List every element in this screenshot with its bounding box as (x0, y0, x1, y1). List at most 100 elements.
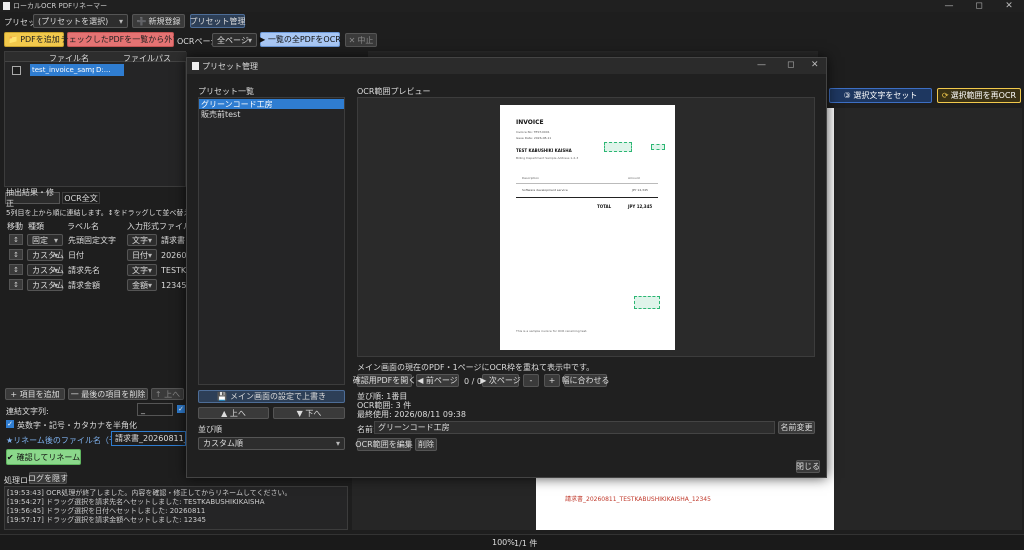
reocr-range-button[interactable]: ⟳ 選択範囲を再OCR (937, 88, 1021, 103)
label-cell[interactable]: 日付 (68, 249, 84, 261)
list-item[interactable]: 販売前test (199, 109, 344, 119)
half-width-label: 英数字・記号・カタカナを半角化 (17, 421, 137, 430)
invoice-company: TEST KABUSHIKI KAISHA (516, 148, 572, 153)
name-input[interactable]: グリーンコード工房 (374, 421, 775, 434)
invoice-issue-date: Issue Date: 2026-08-11 (516, 136, 552, 140)
value-cell[interactable]: TESTKAB (161, 264, 186, 276)
kind-select[interactable]: 固定 (27, 234, 63, 246)
set-selected-text-label: ③ 選択文字をセット (843, 91, 918, 100)
zoom-out-button[interactable]: - (523, 374, 539, 387)
close-button[interactable]: ✕ (994, 0, 1024, 12)
value-cell[interactable]: 請求書 (161, 234, 186, 246)
label-cell[interactable]: 先頭固定文字 (68, 234, 116, 246)
format-select[interactable]: 金額 (127, 279, 157, 291)
ocr-frame-amount[interactable] (651, 144, 665, 150)
tab-ocr-full[interactable]: OCR全文 (62, 192, 100, 204)
invoice-total-label: TOTAL (597, 204, 612, 209)
zoom-in-button[interactable]: + (544, 374, 560, 387)
tab-extract[interactable]: 抽出結果・修正 (5, 188, 60, 208)
value-cell[interactable]: 2026081 (161, 249, 186, 261)
confirm-rename-button[interactable]: ✔ 確認してリネーム (6, 449, 81, 465)
save-icon: 💾 (217, 392, 227, 401)
stop-button[interactable]: ✕ 中止 (345, 33, 377, 47)
preset-up-button[interactable]: ▲ 上へ (198, 407, 269, 419)
open-pdf-button[interactable]: 確認用PDFを開く (353, 374, 416, 387)
ocr-frame-date[interactable] (604, 142, 632, 152)
prev-page-button[interactable]: ◀ 前ページ (416, 374, 459, 387)
dialog-close-action-button[interactable]: 閉じる (796, 460, 820, 473)
separator-input[interactable]: _ (137, 403, 173, 416)
drag-handle[interactable]: ↕ (9, 264, 23, 275)
dialog-minimize-button[interactable]: — (757, 60, 766, 70)
drag-handle[interactable]: ↕ (9, 249, 23, 260)
manage-preset-label: プリセット管理 (189, 16, 246, 26)
dialog-close-label: 閉じる (796, 462, 820, 471)
hide-log-button[interactable]: ログを隠す (28, 472, 68, 484)
kind-select[interactable]: カスタム (27, 249, 64, 261)
manage-preset-button[interactable]: プリセット管理 (189, 14, 246, 28)
minimize-button[interactable]: — (934, 0, 964, 12)
preview-note: メイン画面の現在のPDF・1ページにOCR枠を重ねて表示中です。 (357, 363, 595, 372)
ocr-frame-company[interactable] (634, 296, 660, 309)
renamed-filename-input[interactable]: 請求書_20260811_TESTKA (111, 431, 186, 446)
column-header-format: 入力形式 (127, 222, 159, 231)
set-selected-text-button[interactable]: ③ 選択文字をセット (829, 88, 932, 103)
table-row: ↕ カスタム 日付 日付 2026081 (5, 248, 186, 262)
move-up-button[interactable]: ↑ 上へ (151, 388, 184, 400)
drag-handle[interactable]: ↕ (9, 234, 23, 245)
name-label: 名前: (357, 425, 376, 434)
title-bar: ローカルOCR PDFリネーマー — ◻ ✕ (0, 0, 1024, 12)
label-cell[interactable]: 請求金額 (68, 279, 100, 291)
ocr-all-label: ▶ 一覧の全PDFをOCR (259, 35, 341, 44)
table-row: ↕ カスタム 請求金額 金額 12345 (5, 278, 186, 292)
table-row: ↕ カスタム 請求先名 文字 TESTKAB (5, 263, 186, 277)
next-page-button[interactable]: ▶ 次ページ (480, 374, 521, 387)
edit-range-button[interactable]: OCR範囲を編集 (355, 438, 413, 451)
column-header-move: 移動 (7, 222, 23, 231)
list-item[interactable]: グリーンコード工房 (199, 99, 344, 109)
delete-label: 削除 (418, 440, 434, 449)
ocr-all-button[interactable]: ▶ 一覧の全PDFをOCR (259, 32, 341, 47)
kind-select[interactable]: カスタム (27, 279, 64, 291)
label-cell[interactable]: 請求先名 (68, 264, 100, 276)
sort-select[interactable]: カスタム順 (198, 437, 345, 450)
app-icon (3, 2, 10, 10)
table-row[interactable]: test_invoice_samp... D:... (5, 64, 187, 76)
dialog-maximize-button[interactable]: ◻ (787, 60, 794, 70)
dialog-title: プリセット管理 (202, 62, 258, 71)
value-cell[interactable]: 12345 (161, 279, 186, 291)
preset-down-button[interactable]: ▼ 下へ (273, 407, 345, 419)
format-select[interactable]: 文字 (127, 234, 157, 246)
kind-select[interactable]: カスタム (27, 264, 64, 276)
new-preset-label: 新規登録 (148, 16, 181, 26)
rename-button[interactable]: 名前変更 (778, 421, 815, 434)
remove-last-button[interactable]: 一 最後の項目を削除 (68, 388, 148, 400)
column-header-filename: ファイル名 (49, 54, 89, 63)
column-header-kind: 種類 (28, 222, 44, 231)
format-select[interactable]: 文字 (127, 264, 157, 276)
overwrite-button[interactable]: 💾 メイン画面の設定で上書き (198, 390, 345, 403)
last-used-info: 最終使用: 2026/08/11 09:38 (357, 410, 466, 419)
format-select[interactable]: 日付 (127, 249, 157, 261)
drag-handle[interactable]: ↕ (9, 279, 23, 290)
remove-checked-button[interactable]: チェックしたPDFを一覧から外す (61, 32, 180, 47)
fit-width-button[interactable]: 幅に合わせる (562, 374, 610, 387)
row-filepath: D:... (94, 64, 124, 76)
row-checkbox[interactable] (12, 66, 21, 75)
new-preset-button[interactable]: ➕ 新規登録 (132, 14, 185, 28)
maximize-button[interactable]: ◻ (964, 0, 994, 12)
dialog-close-button[interactable]: ✕ (811, 60, 819, 70)
move-up-label: ↑ 上へ (154, 389, 181, 399)
separator-checkbox[interactable]: ✓ (177, 405, 185, 413)
reocr-range-label: 選択範囲を再OCR (950, 91, 1017, 100)
add-pdf-label: PDFを追加 (20, 35, 60, 44)
ocr-page-select[interactable]: 全ページ (212, 33, 257, 47)
log-line: [19:53:43] OCR処理が終了しました。内容を確認・修正してからリネーム… (7, 489, 292, 497)
preset-select[interactable]: (プリセットを選択) (33, 14, 128, 28)
dialog-title-bar: プリセット管理 — ◻ ✕ (187, 58, 826, 74)
half-width-checkbox[interactable]: ✓ (6, 420, 14, 428)
preset-list: グリーンコード工房 販売前test (198, 97, 345, 385)
delete-button[interactable]: 削除 (415, 438, 437, 451)
add-item-button[interactable]: + 項目を追加 (5, 388, 65, 400)
add-pdf-button[interactable]: 📁 PDFを追加 (4, 32, 64, 47)
